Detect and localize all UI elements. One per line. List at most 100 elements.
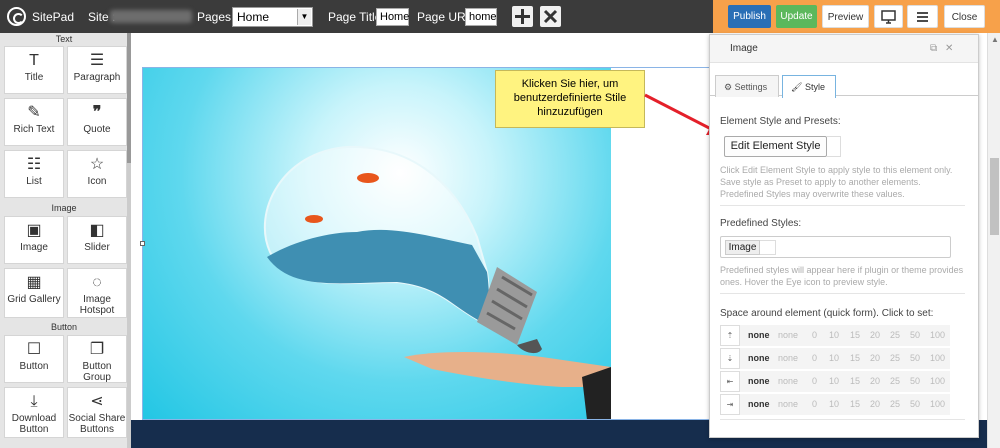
section-button-label: Button xyxy=(50,322,78,332)
space-option[interactable]: 50 xyxy=(910,376,920,386)
space-option[interactable]: 100 xyxy=(930,330,945,340)
divider xyxy=(720,205,965,206)
canvas-scroll-thumb[interactable] xyxy=(990,158,999,235)
publish-button[interactable]: Publish xyxy=(728,5,771,28)
predefined-styles-box: Image xyxy=(720,236,951,258)
space-option[interactable]: 10 xyxy=(829,330,839,340)
preset-chip-eye[interactable] xyxy=(760,240,776,255)
image-icon: ▣ xyxy=(26,222,42,239)
space-option[interactable]: none xyxy=(778,399,798,409)
brush-icon: 🖌 xyxy=(791,82,803,92)
space-option[interactable]: 15 xyxy=(850,399,860,409)
space-row-left: ⇤ none none 0 10 15 20 25 50 100 xyxy=(720,371,950,393)
space-option[interactable]: 50 xyxy=(910,353,920,363)
pages-select[interactable]: Home ▼ xyxy=(232,7,313,27)
arrow-right-icon: ⇥ xyxy=(720,394,740,415)
section-image-label: Image xyxy=(51,203,77,213)
widget-image[interactable]: ▣ Image xyxy=(4,216,64,264)
space-option[interactable]: 50 xyxy=(910,330,920,340)
update-button[interactable]: Update xyxy=(776,5,817,28)
widget-grid-gallery[interactable]: ▦ Grid Gallery xyxy=(4,268,64,318)
widget-button-group[interactable]: ❐ Button Group xyxy=(67,335,127,383)
widget-list[interactable]: ☷ List xyxy=(4,150,64,198)
widget-rich-text[interactable]: ✎ Rich Text xyxy=(4,98,64,146)
comment-icon: ◌ xyxy=(92,274,102,291)
space-option[interactable]: 25 xyxy=(890,399,900,409)
space-option[interactable]: 100 xyxy=(930,376,945,386)
widget-label: Rich Text xyxy=(13,124,55,135)
space-option[interactable]: 25 xyxy=(890,353,900,363)
space-option[interactable]: 0 xyxy=(812,376,817,386)
space-current: none xyxy=(748,330,770,340)
panel-header: Image ⧉ ✕ xyxy=(710,35,978,63)
popout-icon[interactable]: ⧉ xyxy=(930,43,937,54)
widget-label: Grid Gallery xyxy=(7,294,61,305)
element-style-label: Element Style and Presets: xyxy=(720,116,841,127)
desktop-view-button[interactable] xyxy=(874,5,903,28)
space-option[interactable]: 10 xyxy=(829,399,839,409)
space-option[interactable]: none xyxy=(778,353,798,363)
space-option[interactable]: 100 xyxy=(930,353,945,363)
space-option[interactable]: 20 xyxy=(870,330,880,340)
resize-handle-left[interactable] xyxy=(140,241,145,246)
widget-slider[interactable]: ◧ Slider xyxy=(67,216,127,264)
space-option[interactable]: 0 xyxy=(812,399,817,409)
site-value-blurred xyxy=(110,10,192,23)
widget-social-share[interactable]: ⋖ Social Share Buttons xyxy=(67,387,127,438)
menu-button[interactable] xyxy=(907,5,938,28)
preview-button[interactable]: Preview xyxy=(822,5,869,28)
space-row-bottom: ⇣ none none 0 10 15 20 25 50 100 xyxy=(720,348,950,370)
space-current: none xyxy=(748,376,770,386)
section-text-label: Text xyxy=(55,34,73,44)
space-option[interactable]: 20 xyxy=(870,376,880,386)
space-option[interactable]: 20 xyxy=(870,399,880,409)
edit-style-extra-button[interactable] xyxy=(827,136,841,157)
space-row-top: ⇡ none none 0 10 15 20 25 50 100 xyxy=(720,325,950,347)
quote-icon: ❞ xyxy=(92,104,102,121)
button-square-icon: ☐ xyxy=(26,341,42,358)
add-page-button[interactable] xyxy=(512,6,533,27)
space-option[interactable]: 15 xyxy=(850,376,860,386)
tab-style[interactable]: 🖌 Style xyxy=(782,75,836,98)
widget-label: Paragraph xyxy=(73,72,121,83)
space-option[interactable]: 50 xyxy=(910,399,920,409)
space-option[interactable]: 10 xyxy=(829,353,839,363)
delete-page-button[interactable] xyxy=(540,6,561,27)
space-option[interactable]: 20 xyxy=(870,353,880,363)
space-option[interactable]: 15 xyxy=(850,330,860,340)
page-title-input[interactable]: Home xyxy=(376,8,409,26)
divider xyxy=(720,293,965,294)
space-option[interactable]: 25 xyxy=(890,376,900,386)
widget-button[interactable]: ☐ Button xyxy=(4,335,64,383)
tab-settings[interactable]: ⚙ Settings xyxy=(715,75,779,97)
edit-style-hint: Click Edit Element Style to apply style … xyxy=(720,165,953,199)
space-option[interactable]: 100 xyxy=(930,399,945,409)
space-option[interactable]: 15 xyxy=(850,353,860,363)
space-option[interactable]: none xyxy=(778,376,798,386)
predefined-styles-label: Predefined Styles: xyxy=(720,218,802,229)
edit-element-style-button[interactable]: Edit Element Style xyxy=(724,136,827,157)
panel-title: Image xyxy=(730,43,758,54)
canvas-scrollbar[interactable]: ▲ xyxy=(987,33,1000,448)
space-option[interactable]: none xyxy=(778,330,798,340)
pages-select-value: Home xyxy=(237,10,270,24)
widget-icon[interactable]: ☆ Icon xyxy=(67,150,127,198)
widget-download-button[interactable]: ⤓ Download Button xyxy=(4,387,64,438)
widget-paragraph[interactable]: ☰ Paragraph xyxy=(67,46,127,94)
page-url-input[interactable]: home xyxy=(465,8,497,26)
scroll-up-icon[interactable]: ▲ xyxy=(991,35,999,44)
space-row-right: ⇥ none none 0 10 15 20 25 50 100 xyxy=(720,394,950,416)
widget-quote[interactable]: ❞ Quote xyxy=(67,98,127,146)
close-button[interactable]: Close xyxy=(944,5,985,28)
widget-sidebar: Text T Title ☰ Paragraph ✎ Rich Text ❞ Quote… xyxy=(0,33,131,448)
widget-label: List xyxy=(26,176,42,187)
widget-title[interactable]: T Title xyxy=(4,46,64,94)
space-option[interactable]: 10 xyxy=(829,376,839,386)
space-option[interactable]: 0 xyxy=(812,330,817,340)
panel-tabs: ⚙ Settings 🖌 Style xyxy=(710,73,978,98)
space-option[interactable]: 0 xyxy=(812,353,817,363)
space-option[interactable]: 25 xyxy=(890,330,900,340)
close-icon[interactable]: ✕ xyxy=(945,43,953,54)
widget-image-hotspot[interactable]: ◌ Image Hotspot xyxy=(67,268,127,318)
preset-chip[interactable]: Image xyxy=(725,240,760,255)
